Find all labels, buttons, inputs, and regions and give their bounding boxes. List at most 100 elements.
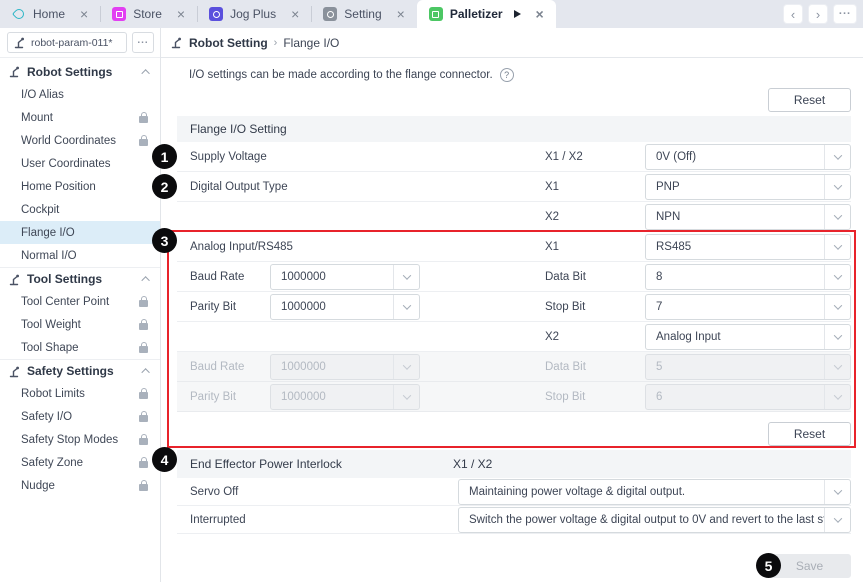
param-more-button[interactable]: ... [132,32,154,53]
param-name: robot-param-011* [31,37,113,49]
select-value: 0V (Off) [646,151,824,163]
tab-label: Home [33,7,65,21]
chevron-down-icon [833,361,841,369]
robot-icon [8,65,21,78]
lock-icon [139,484,148,491]
select-value: RS485 [646,241,824,253]
chevron-down-icon [833,301,841,309]
reset-button[interactable]: Reset [768,88,851,112]
robot-param-selector[interactable]: robot-param-011* [7,32,127,53]
panel-header-end-effector-interlock: End Effector Power Interlock X1 / X2 [177,450,851,478]
interrupted-select[interactable]: Switch the power voltage & digital outpu… [458,507,851,533]
servo-off-select[interactable]: Maintaining power voltage & digital outp… [458,479,851,505]
analog-x1-mode-select[interactable]: RS485 [645,234,851,260]
close-icon[interactable]: × [289,7,301,21]
sidebar-item-mount[interactable]: Mount [0,106,160,129]
tab-home[interactable]: Home × [0,0,100,28]
tab-setting[interactable]: Setting × [311,0,417,28]
row-label: Interrupted [190,514,246,526]
supply-voltage-select[interactable]: 0V (Off) [645,144,851,170]
sidebar-item-safety-io[interactable]: Safety I/O [0,405,160,428]
sidebar: robot-param-011* ... Robot Settings I/O … [0,28,161,582]
section-safety-settings[interactable]: Safety Settings [0,359,160,382]
close-icon[interactable]: × [175,7,187,21]
analog-x2-mode-select[interactable]: Analog Input [645,324,851,350]
digital-output-x1-select[interactable]: PNP [645,174,851,200]
close-icon[interactable]: × [78,7,90,21]
sidebar-item-normal-io[interactable]: Normal I/O [0,244,160,267]
more-button[interactable]: ... [833,4,857,24]
tab-label: Setting [344,7,381,21]
tab-palletizer[interactable]: Palletizer × [417,0,556,28]
chevron-down-icon [833,241,841,249]
x1-data-bit-select[interactable]: 8 [645,264,851,290]
row-interrupted: Interrupted Switch the power voltage & d… [177,506,851,534]
select-value: NPN [646,211,824,223]
x1-parity-bit-select[interactable]: 1000000 [270,294,420,320]
sidebar-item-world-coordinates[interactable]: World Coordinates [0,129,160,152]
sidebar-nav: Robot Settings I/O Alias Mount World Coo… [0,58,160,497]
sidebar-item-home-position[interactable]: Home Position [0,175,160,198]
select-value: PNP [646,181,824,193]
x1-stop-bit-select[interactable]: 7 [645,294,851,320]
sidebar-item-cockpit[interactable]: Cockpit [0,198,160,221]
item-label: Tool Center Point [21,296,109,308]
chevron-down-icon [833,391,841,399]
sidebar-item-safety-stop-modes[interactable]: Safety Stop Modes [0,428,160,451]
item-label: World Coordinates [21,135,116,147]
panel-title: End Effector Power Interlock [190,457,342,471]
select-value: 6 [646,391,824,403]
item-label: Nudge [21,480,55,492]
row-label: Data Bit [545,361,586,373]
sidebar-item-tool-center-point[interactable]: Tool Center Point [0,290,160,313]
row-label: Supply Voltage [190,151,267,163]
tab-store[interactable]: Store × [100,0,197,28]
analog-reset-button[interactable]: Reset [768,422,851,446]
select-value: 7 [646,301,824,313]
sidebar-item-robot-limits[interactable]: Robot Limits [0,382,160,405]
row-label: Parity Bit [190,391,236,403]
item-label: Tool Weight [21,319,81,331]
breadcrumb-separator-icon: › [274,37,278,49]
x1-baud-rate-select[interactable]: 1000000 [270,264,420,290]
settings-table: Flange I/O Setting Supply Voltage X1 / X… [177,116,851,578]
x2-baud-rate-select-disabled: 1000000 [270,354,420,380]
section-robot-settings[interactable]: Robot Settings [0,60,160,83]
forward-button[interactable]: › [808,4,828,24]
sidebar-item-tool-weight[interactable]: Tool Weight [0,313,160,336]
tab-jog-plus[interactable]: Jog Plus × [197,0,311,28]
breadcrumb-root[interactable]: Robot Setting [189,36,268,50]
help-icon[interactable]: ? [500,68,514,82]
home-app-icon [12,7,26,21]
panel-header-flange-io-setting: Flange I/O Setting [177,116,851,142]
select-value: Switch the power voltage & digital outpu… [459,514,824,526]
save-button[interactable]: Save [768,554,851,578]
chevron-up-icon [141,69,149,77]
sidebar-item-nudge[interactable]: Nudge [0,474,160,497]
chevron-down-icon [402,391,410,399]
select-value: 1000000 [271,361,393,373]
select-value: Maintaining power voltage & digital outp… [459,486,824,498]
close-icon[interactable]: × [534,7,546,21]
play-icon[interactable] [514,10,521,18]
digital-output-x2-select[interactable]: NPN [645,204,851,230]
lock-icon [139,346,148,353]
sidebar-item-tool-shape[interactable]: Tool Shape [0,336,160,359]
close-icon[interactable]: × [395,7,407,21]
row-label: Stop Bit [545,391,585,403]
chevron-down-icon [402,271,410,279]
sidebar-item-flange-io[interactable]: Flange I/O [0,221,160,244]
select-chevron-cell [824,325,850,349]
back-button[interactable]: ‹ [783,4,803,24]
sidebar-item-safety-zone[interactable]: Safety Zone [0,451,160,474]
sidebar-item-user-coordinates[interactable]: User Coordinates [0,152,160,175]
section-tool-settings[interactable]: Tool Settings [0,267,160,290]
row-label: Stop Bit [545,301,585,313]
select-chevron-cell [824,295,850,319]
item-label: Mount [21,112,53,124]
ellipsis-icon: ... [137,35,148,46]
main-panel: Robot Setting › Flange I/O I/O settings … [161,28,863,582]
jog-plus-app-icon [209,7,223,21]
row-label: Analog Input/RS485 [190,241,293,253]
sidebar-item-io-alias[interactable]: I/O Alias [0,83,160,106]
